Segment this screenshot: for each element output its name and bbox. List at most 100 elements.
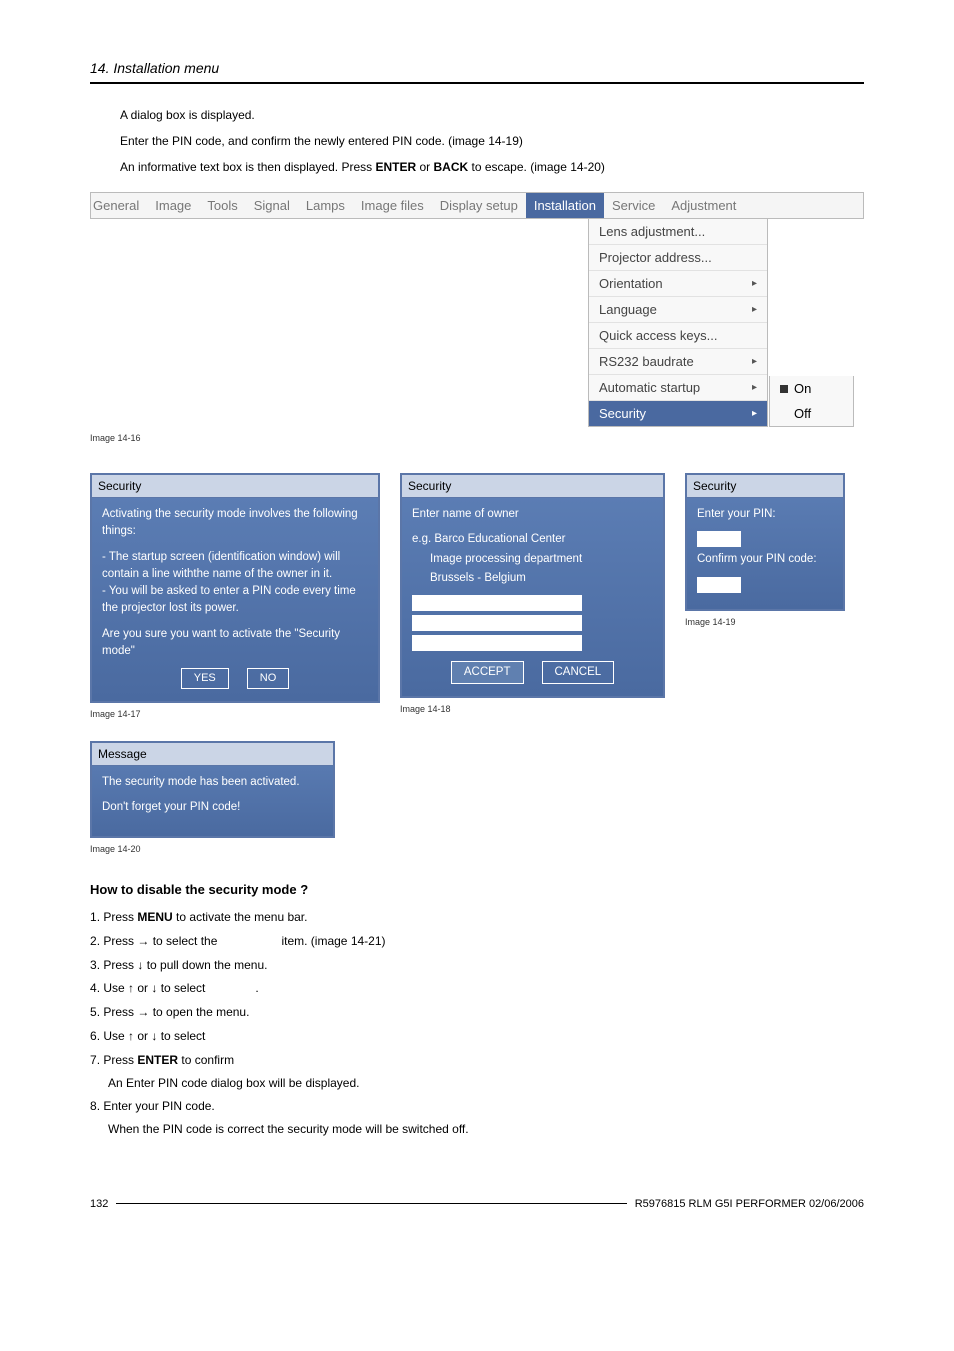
square-icon: [780, 385, 788, 393]
text: to escape. (: [468, 160, 534, 174]
menu-tools[interactable]: Tools: [199, 193, 245, 218]
menu-service[interactable]: Service: [604, 193, 663, 218]
step-7-sub: An Enter PIN code dialog box will be dis…: [108, 1075, 864, 1092]
chevron-right-icon: ▸: [752, 408, 757, 419]
menu-screenshot: General Image Tools Signal Lamps Image f…: [90, 192, 864, 427]
yes-button[interactable]: YES: [181, 668, 229, 689]
ref: image 14-20: [534, 160, 601, 174]
no-button[interactable]: NO: [247, 668, 290, 689]
step-2: Press → to select the Installation item.…: [90, 933, 864, 950]
dd-lens-adjustment[interactable]: Lens adjustment...: [589, 219, 767, 245]
dialog-title: Security: [402, 475, 663, 498]
menu-signal[interactable]: Signal: [246, 193, 298, 218]
dd-projector-address[interactable]: Projector address...: [589, 245, 767, 271]
step-6: Use ↑ or ↓ to select Off: [90, 1028, 864, 1045]
text: ): [601, 160, 605, 174]
intro-text: A dialog box is displayed. Enter the PIN…: [120, 106, 864, 176]
security-submenu: On Off: [769, 376, 854, 427]
menu-display-setup[interactable]: Display setup: [432, 193, 526, 218]
step-4: Use ↑ or ↓ to select Security .: [90, 980, 864, 997]
label: Quick access keys...: [599, 328, 717, 343]
caption-14-20: Image 14-20: [90, 844, 864, 854]
text: Image processing department: [430, 551, 653, 568]
dd-quick-access[interactable]: Quick access keys...: [589, 323, 767, 349]
steps-list: Press MENU to activate the menu bar. Pre…: [90, 909, 864, 1138]
caption-14-18: Image 14-18: [400, 704, 665, 714]
footer-line: [116, 1203, 626, 1204]
chevron-right-icon: ▸: [752, 278, 757, 289]
divider: [90, 82, 864, 84]
message-dialog: Message The security mode has been activ…: [90, 741, 335, 839]
page-footer: 132 R5976815 RLM G5I PERFORMER 02/06/200…: [90, 1198, 864, 1210]
dd-language[interactable]: Language ▸: [589, 297, 767, 323]
ref: image 14-19: [452, 134, 519, 148]
text: Confirm your PIN code:: [697, 551, 833, 568]
menubar: General Image Tools Signal Lamps Image f…: [90, 192, 864, 219]
label: Orientation: [599, 276, 663, 291]
text: The security mode has been activated.: [102, 774, 323, 791]
step-8-sub: When the PIN code is correct the securit…: [108, 1121, 864, 1138]
caption-14-19: Image 14-19: [685, 617, 845, 627]
label: Lens adjustment...: [599, 224, 705, 239]
owner-input-3[interactable]: [412, 635, 582, 651]
accept-button[interactable]: ACCEPT: [451, 661, 524, 684]
dd-security[interactable]: Security ▸: [589, 401, 767, 426]
text: Enter your PIN:: [697, 506, 833, 523]
dialog-title: Message: [92, 743, 333, 766]
caption-14-17: Image 14-17: [90, 709, 380, 719]
label: On: [794, 381, 811, 396]
chevron-right-icon: ▸: [752, 382, 757, 393]
label: Automatic startup: [599, 380, 700, 395]
label: Projector address...: [599, 250, 712, 265]
doc-id: R5976815 RLM G5I PERFORMER 02/06/2006: [635, 1198, 864, 1210]
owner-input-1[interactable]: [412, 595, 582, 611]
dialog-title: Security: [92, 475, 378, 498]
dd-orientation[interactable]: Orientation ▸: [589, 271, 767, 297]
pin-dialog: Security Enter your PIN: Confirm your PI…: [685, 473, 845, 611]
step-1: Press MENU to activate the menu bar.: [90, 909, 864, 926]
dd-rs232[interactable]: RS232 baudrate ▸: [589, 349, 767, 375]
owner-name-dialog: Security Enter name of owner e.g. Barco …: [400, 473, 665, 698]
text: e.g. Barco Educational Center: [412, 531, 653, 548]
step-3: Press ↓ to pull down the menu.: [90, 957, 864, 974]
menu-image[interactable]: Image: [147, 193, 199, 218]
label: Language: [599, 302, 657, 317]
step-7: Press ENTER to confirm An Enter PIN code…: [90, 1052, 864, 1092]
menu-installation[interactable]: Installation: [526, 193, 604, 218]
submenu-on[interactable]: On: [770, 376, 853, 401]
owner-input-2[interactable]: [412, 615, 582, 631]
submenu-off[interactable]: Off: [770, 401, 853, 426]
menu-lamps[interactable]: Lamps: [298, 193, 353, 218]
chevron-right-icon: ▸: [752, 356, 757, 367]
text: Enter the PIN code, and confirm the newl…: [120, 134, 452, 148]
dialog-title: Security: [687, 475, 843, 498]
menu-image-files[interactable]: Image files: [353, 193, 432, 218]
intro-line-1: A dialog box is displayed.: [120, 106, 864, 124]
security-activate-dialog: Security Activating the security mode in…: [90, 473, 380, 703]
text: Brussels - Belgium: [430, 570, 653, 587]
section-heading: How to disable the security mode ?: [90, 882, 864, 897]
text: An informative text box is then displaye…: [120, 160, 375, 174]
text: ): [519, 134, 523, 148]
text: Enter name of owner: [412, 506, 653, 523]
cancel-button[interactable]: CANCEL: [542, 661, 615, 684]
text: or: [416, 160, 433, 174]
dd-auto-startup[interactable]: Automatic startup ▸: [589, 375, 767, 401]
intro-line-3: An informative text box is then displaye…: [120, 158, 864, 176]
label: Security: [599, 406, 646, 421]
text: Are you sure you want to activate the "S…: [102, 626, 368, 661]
chevron-right-icon: ▸: [752, 304, 757, 315]
label: RS232 baudrate: [599, 354, 694, 369]
text: Don't forget your PIN code!: [102, 799, 323, 816]
pin-input[interactable]: [697, 531, 741, 547]
text: - The startup screen (identification win…: [102, 549, 368, 618]
pin-confirm-input[interactable]: [697, 577, 741, 593]
menu-adjustment[interactable]: Adjustment: [663, 193, 744, 218]
label: Off: [794, 406, 811, 421]
chapter-title: 14. Installation menu: [90, 60, 864, 76]
menu-general[interactable]: General: [91, 193, 147, 218]
page-number: 132: [90, 1198, 108, 1210]
step-5: Press → to open the menu.: [90, 1004, 864, 1021]
back-key: BACK: [433, 160, 468, 174]
intro-line-2: Enter the PIN code, and confirm the newl…: [120, 132, 864, 150]
